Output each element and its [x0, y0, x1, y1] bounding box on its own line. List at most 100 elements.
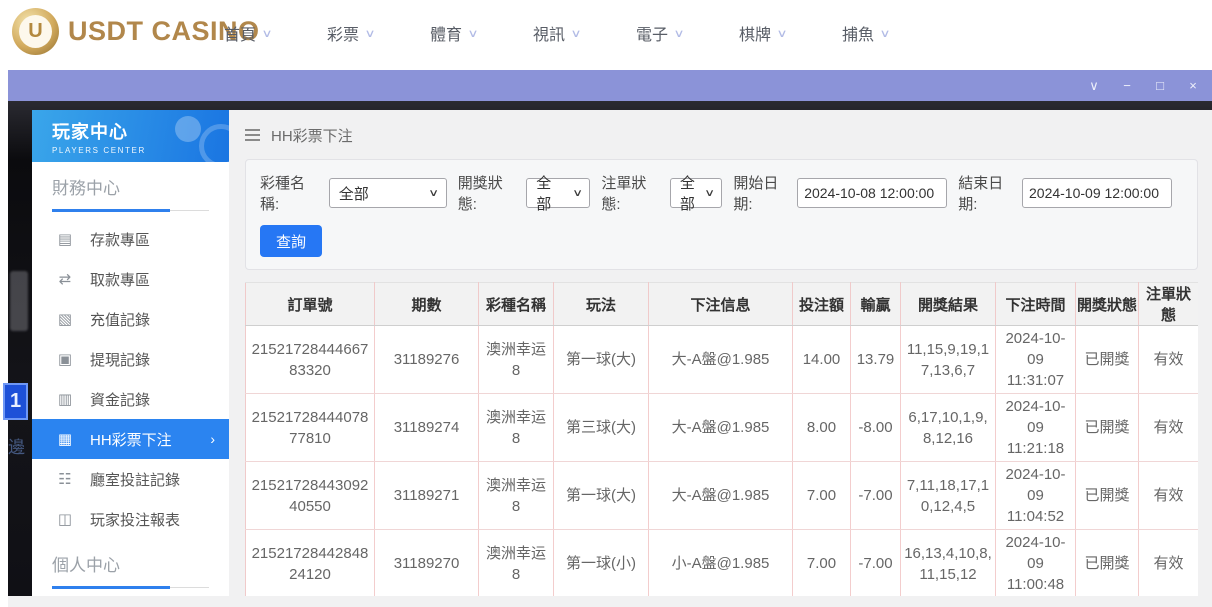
- table-cell: 7,11,18,17,10,12,4,5: [901, 462, 996, 530]
- sidebar-item-recharge-record[interactable]: ▧充值記錄›: [32, 299, 229, 339]
- column-header: 下注時間: [996, 283, 1076, 326]
- table-cell: 6,17,10,1,9,8,12,16: [901, 394, 996, 462]
- chevron-down-icon: ∨: [261, 27, 272, 40]
- query-button[interactable]: 查詢: [260, 225, 322, 257]
- chevron-down-icon: ∨: [879, 27, 890, 40]
- sidebar-item-withdrawal-record[interactable]: ▣提現記錄›: [32, 339, 229, 379]
- table-cell: 澳洲幸运8: [479, 394, 554, 462]
- chevron-down-icon: ∨: [570, 27, 581, 40]
- chevron-down-icon[interactable]: ∨: [1087, 78, 1101, 94]
- column-header: 開獎結果: [901, 283, 996, 326]
- page-title: HH彩票下注: [271, 125, 353, 146]
- app-panel: 玩家中心 PLAYERS CENTER 財務中心 ▤存款專區›⇄取款專區›▧充值記…: [32, 110, 1212, 596]
- column-header: 玩法: [554, 283, 649, 326]
- start-date-label: 開始日期:: [733, 172, 790, 214]
- horizontal-scrollbar[interactable]: [8, 596, 1212, 607]
- section-divider: [52, 587, 209, 588]
- table-cell: 第一球(大): [554, 462, 649, 530]
- nav-item-label: 棋牌: [739, 21, 771, 45]
- sidebar-item-label: 玩家投注報表: [90, 509, 180, 530]
- draw-status-select[interactable]: 全部 ∨: [526, 178, 590, 208]
- table-cell: 有效: [1139, 462, 1199, 530]
- sidebar-item-label: 廳室投註記錄: [90, 469, 180, 490]
- table-cell: 2024-10-09 11:21:18: [996, 394, 1076, 462]
- bets-table: 訂單號期數彩種名稱玩法下注信息投注額輸贏開獎結果下注時間開獎狀態注單狀態 215…: [245, 282, 1198, 596]
- bet-status-label: 注單狀態:: [601, 172, 662, 214]
- sidebar-item-hh-lottery-bets[interactable]: ▦HH彩票下注›: [32, 419, 229, 459]
- usdt-coin-icon: U: [12, 8, 59, 55]
- sidebar-subtitle: PLAYERS CENTER: [52, 146, 229, 155]
- column-header: 訂單號: [246, 283, 375, 326]
- table-cell: 大-A盤@1.985: [649, 326, 793, 394]
- sidebar-item-withdraw[interactable]: ⇄取款專區›: [32, 259, 229, 299]
- section-heading: 財務中心: [52, 174, 209, 199]
- table-cell: 31189274: [375, 394, 479, 462]
- table-cell: 2152172844284824120: [246, 530, 375, 597]
- table-cell: 2152172844407877810: [246, 394, 375, 462]
- table-cell: 16,13,4,10,8,11,15,12: [901, 530, 996, 597]
- table-cell: 13.79: [851, 326, 901, 394]
- maximize-icon[interactable]: □: [1153, 78, 1167, 93]
- sidebar-item-hall-bet-record[interactable]: ☷廳室投註記錄›: [32, 459, 229, 499]
- table-header-row: 訂單號期數彩種名稱玩法下注信息投注額輸贏開獎結果下注時間開獎狀態注單狀態: [246, 283, 1199, 326]
- table-row: 215217284430924055031189271澳洲幸运8第一球(大)大-…: [246, 462, 1199, 530]
- bets-table-wrap: 訂單號期數彩種名稱玩法下注信息投注額輸贏開獎結果下注時間開獎狀態注單狀態 215…: [245, 282, 1198, 596]
- sidebar-item-deposit[interactable]: ▤存款專區›: [32, 219, 229, 259]
- end-date-label: 結束日期:: [958, 172, 1015, 214]
- table-cell: 有效: [1139, 326, 1199, 394]
- table-cell: 2152172844466783320: [246, 326, 375, 394]
- table-cell: 2024-10-09 11:04:52: [996, 462, 1076, 530]
- column-header: 投注額: [793, 283, 851, 326]
- nav-item-sports[interactable]: 體育∨: [402, 21, 505, 45]
- end-date-input[interactable]: [1022, 178, 1172, 208]
- checklist-icon: ☷: [56, 470, 74, 488]
- column-header: 開獎狀態: [1076, 283, 1139, 326]
- chevron-down-icon: ∨: [572, 188, 583, 199]
- sidebar-item-player-bet-report[interactable]: ◫玩家投注報表›: [32, 499, 229, 539]
- lottery-name-select[interactable]: 全部 ∨: [329, 178, 447, 208]
- wallet-icon: ▣: [56, 350, 74, 368]
- filter-panel: 彩種名稱: 全部 ∨ 開獎狀態: 全部 ∨ 注單狀態: 全: [245, 159, 1198, 270]
- nav-item-home[interactable]: 首頁∨: [196, 21, 299, 45]
- nav-item-slots[interactable]: 電子∨: [608, 21, 711, 45]
- bet-status-select[interactable]: 全部 ∨: [670, 178, 723, 208]
- draw-status-value: 全部: [536, 172, 566, 214]
- table-cell: 8.00: [793, 394, 851, 462]
- sidebar-menu: ▤存款專區›⇄取款專區›▧充值記錄›▣提現記錄›▥資金記錄›▦HH彩票下注›☷廳…: [32, 219, 229, 539]
- sidebar: 玩家中心 PLAYERS CENTER 財務中心 ▤存款專區›⇄取款專區›▧充值記…: [32, 110, 229, 596]
- table-cell: 已開獎: [1076, 462, 1139, 530]
- nav-item-fishing[interactable]: 捕魚∨: [814, 21, 917, 45]
- minimize-icon[interactable]: −: [1120, 78, 1134, 93]
- sidebar-item-label: 充值記錄: [90, 309, 150, 330]
- nav-item-video[interactable]: 視訊∨: [505, 21, 608, 45]
- chevron-down-icon: ∨: [429, 188, 440, 199]
- table-cell: -7.00: [851, 462, 901, 530]
- start-date-input[interactable]: [797, 178, 947, 208]
- column-header: 下注信息: [649, 283, 793, 326]
- window-titlebar: ∨ − □ ×: [8, 70, 1212, 101]
- sidebar-item-funds-record[interactable]: ▥資金記錄›: [32, 379, 229, 419]
- table-cell: 31189270: [375, 530, 479, 597]
- table-cell: 澳洲幸运8: [479, 326, 554, 394]
- nav-item-lottery[interactable]: 彩票∨: [299, 21, 402, 45]
- deposit-card-icon: ▤: [56, 230, 74, 248]
- table-row: 215217284440787781031189274澳洲幸运8第三球(大)大-…: [246, 394, 1199, 462]
- section-divider: [52, 210, 209, 211]
- column-header: 期數: [375, 283, 479, 326]
- table-cell: -8.00: [851, 394, 901, 462]
- close-icon[interactable]: ×: [1186, 78, 1200, 93]
- backdrop-decoration: 邊: [8, 433, 25, 458]
- site-header: U USDT CASINO 首頁∨彩票∨體育∨視訊∨電子∨棋牌∨捕魚∨: [0, 0, 1212, 66]
- table-cell: 已開獎: [1076, 326, 1139, 394]
- gamepad-icon: [175, 116, 201, 142]
- table-cell: 第一球(小): [554, 530, 649, 597]
- sidebar-header: 玩家中心 PLAYERS CENTER: [32, 110, 229, 162]
- chevron-right-icon: ›: [210, 431, 215, 447]
- table-cell: 大-A盤@1.985: [649, 394, 793, 462]
- bet-status-value: 全部: [680, 172, 698, 214]
- sidebar-item-label: HH彩票下注: [90, 429, 172, 450]
- menu-toggle-icon[interactable]: [245, 129, 260, 141]
- chevron-down-icon: ∨: [467, 27, 478, 40]
- nav-item-cards[interactable]: 棋牌∨: [711, 21, 814, 45]
- table-cell: 小-A盤@1.985: [649, 530, 793, 597]
